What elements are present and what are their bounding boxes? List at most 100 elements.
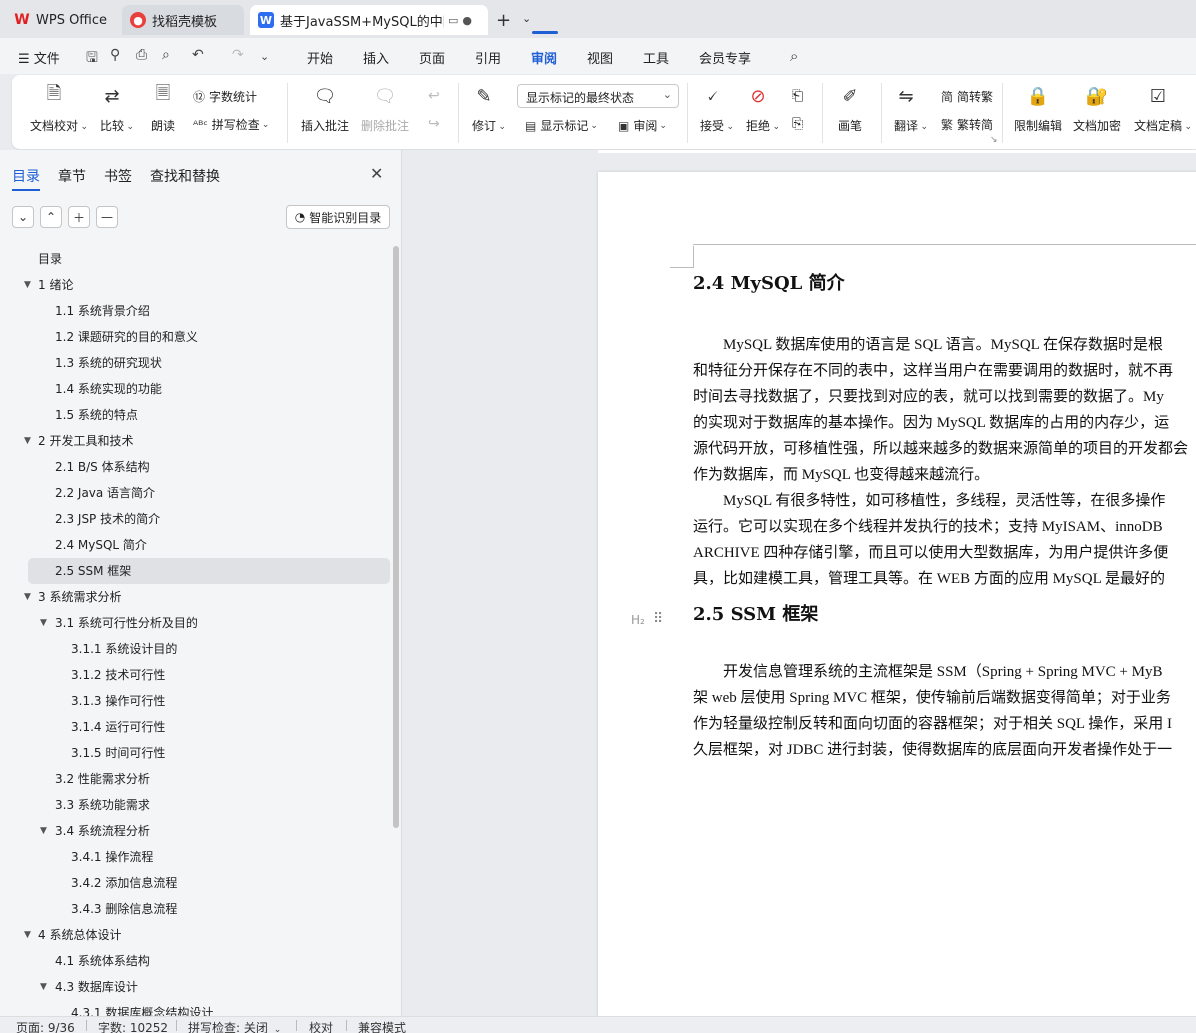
add-heading-button[interactable]: ＋ <box>68 206 90 228</box>
heading-level-marker[interactable]: H₂ <box>631 613 645 627</box>
toc-item[interactable]: 3.1.5 时间可行性 <box>0 740 392 766</box>
monitor-icon[interactable]: ▭ <box>448 14 458 27</box>
toc-item[interactable]: ▼ 1 绪论 <box>0 272 392 298</box>
tab-wps-office[interactable]: W WPS Office <box>6 5 116 35</box>
toc-scrollbar[interactable] <box>393 246 399 828</box>
caret-down-icon[interactable]: ▼ <box>24 428 31 454</box>
toc-item[interactable]: ▼ 3.4 系统流程分析 <box>0 818 392 844</box>
to-traditional-button[interactable]: 简简转繁 <box>941 88 993 105</box>
read-aloud-button[interactable]: 🗏 朗读 <box>151 83 175 134</box>
toc-item[interactable]: 3.2 性能需求分析 <box>0 766 392 792</box>
menu-member[interactable]: 会员专享 <box>699 48 751 67</box>
remove-heading-button[interactable]: — <box>96 206 118 228</box>
prev-comment-icon[interactable]: ↩ <box>428 88 440 104</box>
toc-item[interactable]: ▼ 4.3 数据库设计 <box>0 974 392 1000</box>
toc-item[interactable]: 2.3 JSP 技术的简介 <box>0 506 392 532</box>
smart-toc-button[interactable]: ◔ 智能识别目录 <box>286 205 390 229</box>
caret-down-icon[interactable]: ▼ <box>24 584 31 610</box>
toc-item[interactable]: 3.4.2 添加信息流程 <box>0 870 392 896</box>
new-tab-plus-icon[interactable]: + <box>496 10 511 31</box>
encrypt-button[interactable]: 🔐 文档加密 <box>1073 83 1121 134</box>
page-indicator[interactable]: 页面: 9/36 <box>16 1019 75 1033</box>
dialog-launcher-icon[interactable]: ↘ <box>990 135 998 145</box>
toc-item[interactable]: ▼ 3.1 系统可行性分析及目的 <box>0 610 392 636</box>
next-comment-icon[interactable]: ↪ <box>428 116 440 132</box>
word-count-button[interactable]: ⑫ 字数统计 <box>193 88 257 105</box>
caret-down-icon[interactable]: ▼ <box>40 974 47 1000</box>
to-simplified-button[interactable]: 繁繁转简 <box>941 116 993 133</box>
insert-comment-button[interactable]: 🗨 插入批注 <box>301 83 349 134</box>
quick-access-chevron-icon[interactable]: ⌄ <box>260 50 269 63</box>
toc-item[interactable]: 2.4 MySQL 简介 <box>0 532 392 558</box>
caret-down-icon[interactable]: ▼ <box>24 922 31 948</box>
undo-icon[interactable]: ↶ <box>192 47 204 63</box>
menu-start[interactable]: 开始 <box>307 48 333 67</box>
caret-down-icon[interactable]: ▼ <box>40 818 47 844</box>
toc-item[interactable]: 3.3 系统功能需求 <box>0 792 392 818</box>
share-icon[interactable]: ⚲ <box>110 47 120 63</box>
toc-item[interactable]: 3.1.1 系统设计目的 <box>0 636 392 662</box>
unsaved-dot-icon[interactable]: ● <box>462 14 472 27</box>
paragraph-ssm-1[interactable]: 开发信息管理系统的主流框架是 SSM（Spring + Spring MVC +… <box>693 659 1196 763</box>
toc-item[interactable]: 2.1 B/S 体系结构 <box>0 454 392 480</box>
toc-item[interactable]: 1.2 课题研究的目的和意义 <box>0 324 392 350</box>
print-preview-icon[interactable]: ⌕ <box>162 47 170 63</box>
toc-item[interactable]: ▼ 3 系统需求分析 <box>0 584 392 610</box>
toc-item[interactable]: 4.1 系统体系结构 <box>0 948 392 974</box>
drag-handle-icon[interactable]: ⠿ <box>653 611 663 627</box>
toc-item[interactable]: 2.5 SSM 框架 <box>28 558 390 584</box>
pen-button[interactable]: ✐ 画笔 <box>838 83 862 134</box>
toc-item[interactable]: 3.1.3 操作可行性 <box>0 688 392 714</box>
revise-button[interactable]: ✎ 修订 ⌄ <box>472 83 506 134</box>
markup-state-select[interactable]: 显示标记的最终状态 ⌄ <box>517 84 679 108</box>
doc-proof-button[interactable]: 🗎 文档校对 ⌄ <box>30 83 88 134</box>
proof-status[interactable]: 校对 <box>309 1019 333 1033</box>
toc-item[interactable]: 1.5 系统的特点 <box>0 402 392 428</box>
toc-item[interactable]: 1.3 系统的研究现状 <box>0 350 392 376</box>
toc-item[interactable]: ▼ 4 系统总体设计 <box>0 922 392 948</box>
toc-item[interactable]: 3.4.3 删除信息流程 <box>0 896 392 922</box>
toc-item[interactable]: 1.1 系统背景介绍 <box>0 298 392 324</box>
paragraph-mysql-2[interactable]: MySQL 有很多特性，如可移植性，多线程，灵活性等，在很多操作 运行。它可以实… <box>693 488 1196 592</box>
translate-button[interactable]: ⇋ 翻译 ⌄ <box>894 83 928 134</box>
toc-item[interactable]: 3.1.2 技术可行性 <box>0 662 392 688</box>
search-icon[interactable]: ⌕ <box>790 47 798 65</box>
save-icon[interactable]: 🖫 <box>86 47 98 71</box>
heading-mysql-intro[interactable]: 2.4 MySQL 简介 <box>693 269 845 295</box>
next-change-icon[interactable]: ⎘ <box>792 116 803 132</box>
toc-item[interactable]: ▼ 2 开发工具和技术 <box>0 428 392 454</box>
word-count-indicator[interactable]: 字数: 10252 <box>98 1019 168 1033</box>
reject-button[interactable]: ⊘ 拒绝 ⌄ <box>746 83 780 134</box>
prev-change-icon[interactable]: ⎗ <box>792 88 803 104</box>
redo-icon[interactable]: ↷ <box>232 47 244 63</box>
restrict-edit-button[interactable]: 🔒 限制编辑 <box>1014 83 1062 134</box>
print-icon[interactable]: ⎙ <box>136 47 147 63</box>
menu-page[interactable]: 页面 <box>419 48 445 67</box>
spell-check-button[interactable]: ᴬᴮᶜ 拼写检查 ⌄ <box>193 116 269 133</box>
menu-file[interactable]: ☰ 文件 <box>18 48 60 67</box>
toc-item[interactable]: 1.4 系统实现的功能 <box>0 376 392 402</box>
compare-button[interactable]: ⇄ 比较 ⌄ <box>100 83 134 134</box>
caret-down-icon[interactable]: ▼ <box>40 610 47 636</box>
menu-view[interactable]: 视图 <box>587 48 613 67</box>
spell-check-status[interactable]: 拼写检查: 关闭 ⌄ <box>188 1019 281 1033</box>
tab-toc[interactable]: 目录 <box>12 166 40 186</box>
accept-button[interactable]: 🗸 接受 ⌄ <box>700 83 734 134</box>
show-markup-button[interactable]: ▤ 显示标记 ⌄ <box>525 117 598 134</box>
paragraph-mysql-1[interactable]: MySQL 数据库使用的语言是 SQL 语言。MySQL 在保存数据时是根 和特… <box>693 332 1196 488</box>
finalize-button[interactable]: ☑ 文档定稿 ⌄ <box>1134 83 1192 134</box>
tab-sections[interactable]: 章节 <box>58 166 86 186</box>
menu-references[interactable]: 引用 <box>475 48 501 67</box>
delete-comment-button[interactable]: 🗨 删除批注 <box>361 83 409 134</box>
toc-item[interactable]: 3.1.4 运行可行性 <box>0 714 392 740</box>
toc-item[interactable]: 2.2 Java 语言简介 <box>0 480 392 506</box>
toc-item[interactable]: 3.4.1 操作流程 <box>0 844 392 870</box>
review-pane-button[interactable]: ▣ 审阅 ⌄ <box>618 117 667 134</box>
close-icon[interactable]: ✕ <box>370 164 383 183</box>
document-page[interactable]: 2.4 MySQL 简介 MySQL 数据库使用的语言是 SQL 语言。MySQ… <box>598 172 1196 1032</box>
menu-review[interactable]: 审阅 <box>531 48 557 67</box>
tab-daoke-templates[interactable]: ● 找稻壳模板 <box>122 5 244 35</box>
expand-up-button[interactable]: ⌃ <box>40 206 62 228</box>
tab-bookmarks[interactable]: 书签 <box>104 166 132 186</box>
menu-tools[interactable]: 工具 <box>643 48 669 67</box>
